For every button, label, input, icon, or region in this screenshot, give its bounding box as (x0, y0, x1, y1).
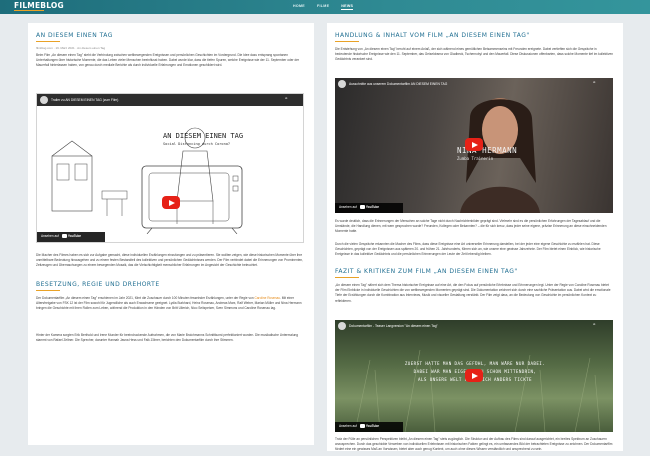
youtube-label: YouTube (67, 234, 82, 238)
plot-paragraph-2: Es wurde deutlich, dass die Erinnerungen… (335, 219, 607, 234)
site-logo[interactable]: FILMEBLOG (14, 1, 64, 10)
left-article-column: AN DIESEM EINEN TAG filmblog.com · 19. M… (28, 23, 314, 445)
watch-on-label: Ansehen auf (339, 205, 357, 209)
main-nav: HOME FILME NEWS (293, 4, 354, 10)
play-button[interactable] (162, 196, 180, 209)
review-paragraph: „An diesem einen Tag" nähert sich dem Th… (335, 283, 611, 303)
subtitle-line-1: ZUERST HATTE MAN DAS GEFÜHL, MAN WÄRE NU… (404, 361, 546, 366)
sketch-title: AN DIESEM EINEN TAG (163, 132, 244, 140)
channel-avatar[interactable] (338, 322, 346, 330)
play-button[interactable] (465, 138, 483, 151)
youtube-logo-icon: YouTube (61, 234, 82, 238)
watch-on-label: Ansehen auf (41, 234, 59, 238)
article-meta: filmblog.com · 19. März 2021 · An diesem… (36, 46, 106, 50)
nav-item-news[interactable]: NEWS (341, 4, 354, 10)
nav-item-home[interactable]: HOME (293, 4, 305, 10)
director-link[interactable]: Caroline Rosenau (254, 296, 280, 300)
logo-underline (14, 10, 44, 11)
plot-paragraph-3: Durch die vielen Gespräche erkannten die… (335, 242, 601, 257)
paragraph-2: Die Macher des Filmes haben es sich zur … (36, 253, 304, 268)
share-icon[interactable]: ➦ (593, 322, 596, 326)
trailer-video-embed[interactable]: Trailer zu AN DIESEM EINEN TAG (zum Film… (36, 93, 304, 243)
share-icon[interactable]: ➦ (285, 96, 288, 100)
section-accent (36, 290, 60, 291)
channel-avatar[interactable] (338, 80, 346, 88)
sketch-illustration (51, 127, 243, 234)
youtube-label: YouTube (365, 205, 380, 209)
paragraph-3: Der Dokumentarfilm „An diesem einen Tag"… (36, 296, 304, 312)
title-accent (36, 41, 60, 42)
section-accent (335, 277, 359, 278)
section-heading-review: FAZIT & KRITIKEN ZUM FILM „AN DIESEM EIN… (335, 268, 518, 275)
intro-paragraph: Beim Film „An diesem einen Tag" steht di… (36, 53, 300, 68)
youtube-logo-icon: YouTube (359, 205, 380, 209)
right-article-column: HANDLUNG & INHALT VOM FILM „AN DIESEM EI… (327, 23, 623, 451)
section-accent (335, 41, 359, 42)
watch-on-youtube[interactable]: Ansehen auf YouTube (335, 203, 403, 213)
article-title: AN DIESEM EINEN TAG (36, 32, 113, 39)
nav-item-filme[interactable]: FILME (317, 4, 329, 10)
watch-on-youtube[interactable]: Ansehen auf YouTube (335, 422, 403, 432)
sketch-subtitle: Social Distancing durch Corona? (163, 142, 231, 146)
play-button[interactable] (465, 369, 483, 382)
share-icon[interactable]: ➦ (593, 80, 596, 84)
closing-paragraph: Trotz der Fülle an persönlichen Perspekt… (335, 437, 613, 452)
plot-intro: Die Entstehung von „An diesem einen Tag"… (335, 47, 613, 62)
paragraph-3-text-a: Der Dokumentarfilm „An diesem einen Tag"… (36, 296, 255, 300)
video-title[interactable]: Dokumentarfilm - Teaser Langversion "An … (349, 324, 438, 328)
section-heading-cast: BESETZUNG, REGIE UND DREHORTE (36, 281, 160, 288)
paragraph-4: Hinter der Kamera sorgten Erik Berthold … (36, 333, 299, 343)
section-heading-plot: HANDLUNG & INHALT VOM FILM „AN DIESEM EI… (335, 32, 530, 39)
youtube-label: YouTube (365, 424, 380, 428)
interview-video-embed[interactable]: Ausschnitte aus unserem Dokumentarfilm A… (335, 78, 613, 213)
interviewee-role: Zumba Trainerin (457, 156, 494, 161)
watch-on-youtube[interactable]: Ansehen auf YouTube (37, 232, 105, 242)
video-title[interactable]: Trailer zu AN DIESEM EINEN TAG (zum Film… (51, 98, 118, 102)
watch-on-label: Ansehen auf (339, 424, 357, 428)
channel-avatar[interactable] (40, 96, 48, 104)
teaser-video-embed[interactable]: Dokumentarfilm - Teaser Langversion "An … (335, 320, 613, 432)
top-navbar: FILMEBLOG HOME FILME NEWS (0, 0, 650, 14)
youtube-logo-icon: YouTube (359, 424, 380, 428)
video-title[interactable]: Ausschnitte aus unserem Dokumentarfilm A… (349, 82, 447, 86)
